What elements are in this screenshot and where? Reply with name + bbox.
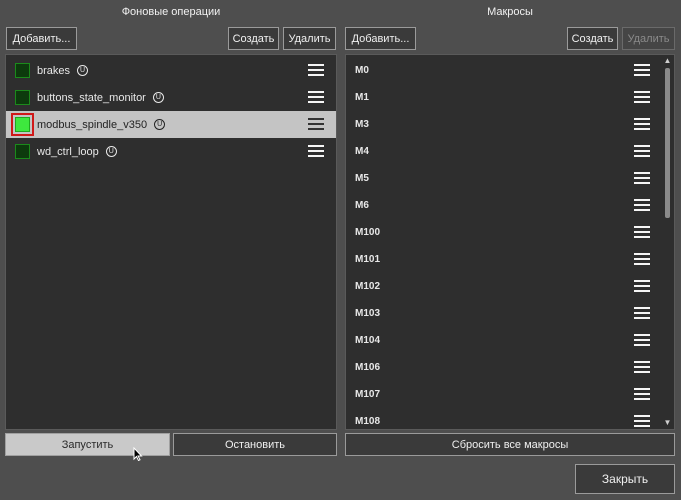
macro-label: M107 <box>355 389 381 400</box>
bg-add-button[interactable]: Добавить... <box>6 27 77 50</box>
bg-op-enabled-checkbox[interactable] <box>15 90 30 105</box>
macro-row[interactable]: M100 <box>346 219 674 246</box>
macro-row[interactable]: M106 <box>346 354 674 381</box>
bg-op-label: wd_ctrl_loop U <box>37 146 117 158</box>
hamburger-menu-icon[interactable] <box>634 118 650 131</box>
macro-create-button[interactable]: Создать <box>567 27 618 50</box>
mouse-cursor-icon <box>133 447 143 461</box>
hamburger-menu-icon[interactable] <box>634 226 650 239</box>
bg-op-label: buttons_state_monitor U <box>37 92 164 104</box>
start-button[interactable]: Запустить <box>5 433 170 456</box>
bg-op-row[interactable]: buttons_state_monitor U <box>6 84 336 111</box>
macro-label: M102 <box>355 281 381 292</box>
bg-op-enabled-checkbox[interactable] <box>11 113 34 136</box>
hamburger-menu-icon[interactable] <box>634 280 650 293</box>
hamburger-menu-icon[interactable] <box>634 361 650 374</box>
hamburger-menu-icon[interactable] <box>308 64 324 77</box>
bg-op-label: modbus_spindle_v350 U <box>37 119 166 131</box>
hamburger-menu-icon[interactable] <box>634 199 650 212</box>
macro-label: M104 <box>355 335 381 346</box>
bg-delete-button[interactable]: Удалить <box>283 27 336 50</box>
macro-label: M100 <box>355 227 381 238</box>
info-icon[interactable]: U <box>154 119 166 131</box>
bg-op-row[interactable]: brakes U <box>6 57 336 84</box>
bg-op-row[interactable]: wd_ctrl_loop U <box>6 138 336 165</box>
macro-row[interactable]: M102 <box>346 273 674 300</box>
background-ops-list[interactable]: brakes U buttons_state_monitor U modbus_sp… <box>5 54 337 430</box>
bg-op-label: brakes U <box>37 65 89 77</box>
hamburger-menu-icon[interactable] <box>634 145 650 158</box>
hamburger-menu-icon[interactable] <box>634 172 650 185</box>
macro-delete-button[interactable]: Удалить <box>622 27 675 50</box>
reset-macros-button[interactable]: Сбросить все макросы <box>345 433 675 456</box>
hamburger-menu-icon[interactable] <box>634 91 650 104</box>
macro-label: M103 <box>355 308 381 319</box>
hamburger-menu-icon[interactable] <box>634 253 650 266</box>
macro-label: M1 <box>355 92 369 103</box>
macros-scrollbar[interactable]: ▲ ▼ <box>662 56 673 428</box>
macro-row[interactable]: M108 <box>346 408 674 429</box>
macro-label: M4 <box>355 146 369 157</box>
info-icon[interactable]: U <box>77 65 89 77</box>
macro-label: M0 <box>355 65 369 76</box>
hamburger-menu-icon[interactable] <box>634 388 650 401</box>
bg-op-enabled-checkbox[interactable] <box>15 63 30 78</box>
macro-row[interactable]: M1 <box>346 84 674 111</box>
hamburger-menu-icon[interactable] <box>634 334 650 347</box>
macro-label: M5 <box>355 173 369 184</box>
macro-label: M101 <box>355 254 381 265</box>
background-ops-title: Фоновые операции <box>121 6 221 18</box>
macro-row[interactable]: M104 <box>346 327 674 354</box>
bg-op-row-selected[interactable]: modbus_spindle_v350 U <box>6 111 336 138</box>
macro-add-button[interactable]: Добавить... <box>345 27 416 50</box>
macro-row[interactable]: M101 <box>346 246 674 273</box>
macro-row[interactable]: M3 <box>346 111 674 138</box>
close-button[interactable]: Закрыть <box>575 464 675 494</box>
macros-list[interactable]: M0 M1 M3 M4 M5 M6 M100 M101 M102 M103 M1… <box>345 54 675 430</box>
macro-row[interactable]: M6 <box>346 192 674 219</box>
macro-label: M3 <box>355 119 369 130</box>
macro-label: M108 <box>355 416 381 427</box>
stop-button[interactable]: Остановить <box>173 433 337 456</box>
hamburger-menu-icon[interactable] <box>308 118 324 131</box>
info-icon[interactable]: U <box>152 92 164 104</box>
scroll-down-arrow-icon[interactable]: ▼ <box>662 418 673 428</box>
macro-row[interactable]: M107 <box>346 381 674 408</box>
scroll-thumb[interactable] <box>665 68 670 218</box>
macros-title: Макросы <box>487 6 533 18</box>
hamburger-menu-icon[interactable] <box>634 307 650 320</box>
info-icon[interactable]: U <box>105 146 117 158</box>
hamburger-menu-icon[interactable] <box>634 415 650 428</box>
bg-op-enabled-checkbox[interactable] <box>15 144 30 159</box>
macro-row[interactable]: M4 <box>346 138 674 165</box>
macro-row[interactable]: M0 <box>346 57 674 84</box>
macro-label: M6 <box>355 200 369 211</box>
macro-row[interactable]: M103 <box>346 300 674 327</box>
hamburger-menu-icon[interactable] <box>308 91 324 104</box>
macro-row[interactable]: M5 <box>346 165 674 192</box>
macro-label: M106 <box>355 362 381 373</box>
bg-create-button[interactable]: Создать <box>228 27 279 50</box>
hamburger-menu-icon[interactable] <box>308 145 324 158</box>
hamburger-menu-icon[interactable] <box>634 64 650 77</box>
scroll-up-arrow-icon[interactable]: ▲ <box>662 56 673 66</box>
